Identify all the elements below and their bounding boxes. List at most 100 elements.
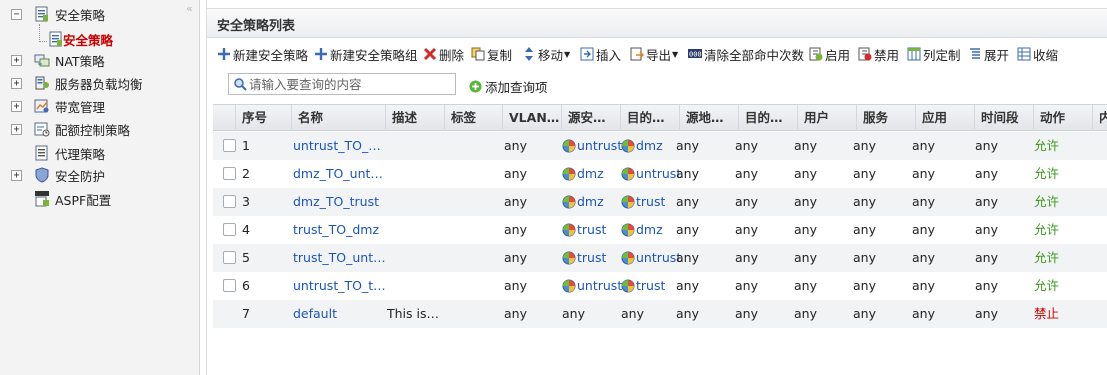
tree-item-bandwidth[interactable]: + 带宽管理 [0, 95, 200, 117]
customize-columns-button[interactable]: 列定制 [907, 45, 961, 63]
header-user[interactable]: 用户 [798, 105, 857, 131]
header-service[interactable]: 服务 [857, 105, 916, 131]
table-cell-time: any [975, 138, 998, 153]
tree-item-label: NAT策略 [55, 53, 105, 69]
columns-icon [907, 47, 921, 61]
header-name[interactable]: 名称 [292, 105, 386, 131]
aspf-icon [35, 191, 49, 207]
tree-expand-toggle[interactable]: + [11, 100, 22, 112]
shield-icon [35, 167, 49, 183]
tree-item-security-protection[interactable]: + 安全防护 [0, 164, 200, 186]
page-title: 安全策略列表 [217, 19, 296, 34]
disable-button[interactable]: 禁用 [858, 45, 899, 63]
enable-button[interactable]: 启用 [809, 45, 850, 63]
delete-icon [423, 47, 437, 61]
add-query-button[interactable]: 添加查询项 [469, 77, 548, 96]
tree-item-aspf[interactable]: ASPF配置 [0, 188, 200, 210]
clear-hits-button[interactable]: 000 清除全部命中次数 [688, 45, 804, 63]
table-row[interactable]: 4 trust_TO_dmz any trust dmz any any any any any a… [213, 216, 1107, 244]
table-cell-vlan: any [504, 306, 527, 321]
enable-icon [809, 47, 823, 61]
tree-expand-toggle[interactable]: + [11, 77, 22, 89]
header-app[interactable]: 应用 [916, 105, 975, 131]
table-header: 序号 名称 描述 标签 VLAN… 源安… 目的… 源地… 目的… 用户 服务 … [213, 104, 1107, 131]
policy-table: 序号 名称 描述 标签 VLAN… 源安… 目的… 源地… 目的… 用户 服务 … [213, 104, 1107, 328]
tree-item-server-lb[interactable]: + 服务器负载均衡 [0, 72, 200, 94]
row-checkbox[interactable] [223, 195, 236, 208]
table-cell-user: any [794, 306, 817, 321]
table-cell-name[interactable]: dmz_TO_trust [293, 188, 379, 216]
header-dst-addr[interactable]: 目的… [739, 105, 798, 131]
disable-icon [858, 47, 872, 61]
new-policy-button[interactable]: 新建安全策略 [217, 45, 308, 63]
header-src-addr[interactable]: 源地… [680, 105, 739, 131]
table-cell-name[interactable]: trust_TO_dmz [293, 216, 379, 244]
table-row[interactable]: 6 untrust_TO_t… any untrust trust any any any an… [213, 272, 1107, 300]
table-row[interactable]: 5 trust_TO_unt… any trust untrust any any any an… [213, 244, 1107, 272]
table-row[interactable]: 7 default This is… any any any any any any any any… [213, 300, 1107, 328]
tree-collapse-toggle[interactable]: − [11, 8, 22, 20]
table-cell-seq: 5 [242, 250, 250, 265]
table-row[interactable]: 3 dmz_TO_trust any dmz trust any any any any any a… [213, 188, 1107, 216]
header-vlan[interactable]: VLAN… [503, 105, 562, 131]
table-cell-app: any [912, 306, 935, 321]
delete-button[interactable]: 删除 [423, 45, 464, 63]
header-tag[interactable]: 标签 [445, 105, 503, 131]
table-cell-user: any [794, 194, 817, 209]
header-content[interactable]: 内容 [1093, 105, 1107, 131]
tree-item-proxy-policy[interactable]: 代理策略 [0, 142, 200, 164]
header-description[interactable]: 描述 [386, 105, 445, 131]
table-cell-name[interactable]: trust_TO_unt… [293, 244, 386, 272]
add-query-label: 添加查询项 [485, 80, 548, 95]
table-row[interactable]: 1 untrust_TO_… any untrust dmz any any any any an… [213, 132, 1107, 160]
new-policy-group-button[interactable]: 新建安全策略组 [314, 45, 418, 63]
expand-button[interactable]: 展开 [968, 45, 1009, 63]
tree-item-label: 服务器负载均衡 [55, 76, 143, 92]
row-checkbox[interactable] [223, 279, 236, 292]
move-dropdown-button[interactable]: 移动 ▼ [522, 45, 570, 63]
toolbar: 新建安全策略 新建安全策略组 删除 复制 移动 ▼ 插入 导出 ▼ 000 清除… [207, 42, 1107, 66]
tree-expand-toggle[interactable]: + [11, 123, 22, 135]
tree-expand-toggle[interactable]: + [11, 169, 22, 181]
table-cell-src-zone: untrust [562, 132, 622, 160]
disable-label: 禁用 [874, 47, 900, 63]
table-cell-service: any [853, 250, 876, 265]
tree-expand-toggle[interactable]: + [11, 54, 22, 66]
table-cell-name[interactable]: dmz_TO_unt… [293, 160, 383, 188]
table-cell-name[interactable]: default [293, 300, 337, 328]
search-input[interactable] [249, 75, 453, 93]
table-cell-user: any [794, 222, 817, 237]
header-seq[interactable]: 序号 [236, 105, 292, 131]
table-cell-dst-addr: any [735, 250, 758, 265]
header-action[interactable]: 动作 [1034, 105, 1093, 131]
table-cell-dst-zone: any [621, 306, 644, 321]
table-row[interactable]: 2 dmz_TO_unt… any dmz untrust any any any any any… [213, 160, 1107, 188]
row-checkbox[interactable] [223, 139, 236, 152]
table-cell-src-addr: any [676, 278, 699, 293]
table-cell-seq: 1 [242, 138, 250, 153]
tree-item-label: 安全策略 [55, 7, 106, 23]
tree-item-quota[interactable]: + 配额控制策略 [0, 118, 200, 140]
zone-globe-icon [562, 139, 576, 153]
clear-hits-label: 清除全部命中次数 [704, 47, 805, 63]
table-cell-name[interactable]: untrust_TO_… [293, 132, 381, 160]
header-dst-zone[interactable]: 目的… [621, 105, 680, 131]
header-time[interactable]: 时间段 [975, 105, 1034, 131]
copy-button[interactable]: 复制 [471, 45, 512, 63]
tree-item-nat-policy[interactable]: + NAT策略 [0, 49, 200, 71]
tree-item-security-policy[interactable]: 安全策略 [0, 28, 200, 50]
row-checkbox[interactable] [223, 251, 236, 264]
tree-item-security-policy-group[interactable]: − 安全策略 [0, 3, 200, 25]
table-cell-action: 允许 [1034, 250, 1060, 265]
insert-button[interactable]: 插入 [580, 45, 621, 63]
table-cell-name[interactable]: untrust_TO_t… [293, 272, 386, 300]
enable-label: 启用 [825, 47, 851, 63]
zone-name: untrust [577, 138, 623, 153]
row-checkbox[interactable] [223, 223, 236, 236]
header-src-zone[interactable]: 源安… [562, 105, 621, 131]
collapse-button[interactable]: 收缩 [1017, 45, 1058, 63]
table-cell-src-zone: any [562, 306, 585, 321]
export-dropdown-button[interactable]: 导出 ▼ [630, 45, 678, 63]
main-panel: 安全策略列表 新建安全策略 新建安全策略组 删除 复制 移动 ▼ 插入 导出 ▼… [206, 0, 1107, 375]
row-checkbox[interactable] [223, 167, 236, 180]
